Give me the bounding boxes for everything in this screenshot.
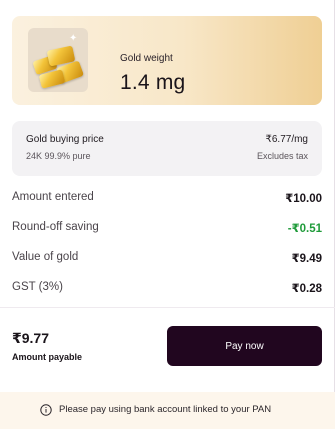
row-label: Round-off saving (12, 221, 99, 233)
gold-weight-label: Gold weight (120, 53, 173, 64)
divider (0, 307, 335, 308)
row-label: GST (3%) (12, 281, 63, 293)
gold-bars-icon: ✦ (28, 28, 88, 92)
row-amount-entered: Amount entered ₹10.00 (12, 189, 322, 209)
amount-payable-value: ₹9.77 (12, 330, 49, 346)
row-label: Amount entered (12, 191, 94, 203)
pay-now-button[interactable]: Pay now (167, 326, 322, 366)
pan-notice: Please pay using bank account linked to … (0, 392, 335, 429)
row-value: ₹9.49 (291, 253, 322, 265)
tax-note: Excludes tax (256, 151, 308, 161)
row-gst: GST (3%) ₹0.28 (12, 279, 322, 299)
gold-price-card: Gold buying price 24K 99.9% pure ₹6.77/m… (12, 121, 322, 176)
purchase-summary-panel: ✦ Gold weight 1.4 mg Gold buying price 2… (0, 0, 335, 429)
amount-payable-label: Amount payable (12, 352, 83, 362)
info-icon (40, 404, 52, 416)
gold-weight-value: 1.4 mg (120, 71, 186, 94)
gold-price-title: Gold buying price (26, 134, 104, 145)
gold-purity: 24K 99.9% pure (26, 151, 91, 161)
gold-weight-card: ✦ Gold weight 1.4 mg (12, 16, 322, 105)
sparkle-icon: ✦ (69, 33, 78, 44)
gold-price-value: ₹6.77/mg (265, 134, 309, 145)
pan-notice-text: Please pay using bank account linked to … (59, 404, 272, 415)
row-value: ₹10.00 (285, 193, 322, 205)
row-value: -₹0.51 (287, 223, 322, 235)
row-value-of-gold: Value of gold ₹9.49 (12, 249, 322, 269)
row-value: ₹0.28 (291, 283, 322, 295)
row-round-off-saving: Round-off saving -₹0.51 (12, 219, 322, 239)
row-label: Value of gold (12, 251, 79, 263)
